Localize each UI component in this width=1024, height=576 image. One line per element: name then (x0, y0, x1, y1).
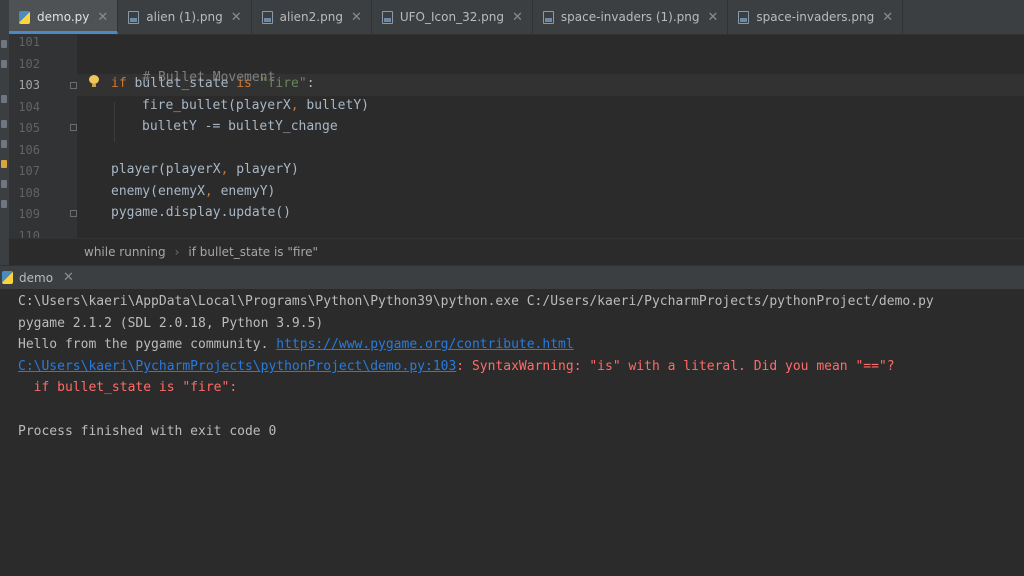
image-file-icon (261, 10, 273, 24)
call: fire_bullet(playerX (142, 98, 291, 113)
line-number: 104 (18, 100, 40, 114)
python-file-icon (19, 10, 30, 24)
tab-alien2-png[interactable]: alien2.png ✕ (252, 0, 372, 34)
call: enemy(enemyX (111, 184, 205, 199)
line-number-gutter[interactable]: 101 102 103 104 105 106 107 108 109 110 (9, 35, 77, 238)
tab-space-invaders-png[interactable]: space-invaders.png ✕ (728, 0, 904, 34)
statement: bulletY -= bulletY_change (142, 119, 338, 134)
string-literal: "fire" (251, 76, 307, 91)
comma: , (290, 98, 299, 113)
code-line-105: bulletY -= bulletY_change (142, 119, 338, 134)
call-args: bulletY) (298, 98, 369, 113)
console-line-warning: C:\Users\kaeri\PycharmProjects\pythonPro… (18, 359, 895, 374)
favorites-tool-icon[interactable] (1, 120, 7, 128)
tab-label: demo.py (37, 10, 90, 24)
line-number: 106 (18, 143, 40, 157)
code-line-104: fire_bullet(playerX, bulletY) (142, 98, 369, 113)
console-text: Hello from the pygame community. (18, 337, 277, 352)
close-tab-icon[interactable]: ✕ (351, 10, 362, 25)
warning-text: : SyntaxWarning: "is" with a literal. Di… (456, 359, 895, 374)
editor-tab-bar: demo.py ✕ alien (1).png ✕ alien2.png ✕ U… (9, 0, 1024, 35)
run-tool-window-header: demo ✕ (0, 265, 1024, 290)
lightbulb-icon[interactable] (89, 75, 99, 87)
statement: pygame.display.update() (111, 205, 292, 220)
structure-tool-icon[interactable] (1, 40, 7, 48)
project-tool-icon[interactable] (1, 60, 7, 68)
close-tab-icon[interactable]: ✕ (882, 10, 893, 25)
image-file-icon (542, 10, 554, 24)
call-args: playerY) (228, 162, 299, 177)
close-tab-icon[interactable]: ✕ (708, 10, 719, 25)
warning-tool-icon[interactable] (1, 160, 7, 168)
tab-label: UFO_Icon_32.png (399, 10, 505, 24)
line-number-current: 103 (18, 78, 40, 92)
breadcrumb: while running › if bullet_state is "fire… (9, 238, 1024, 265)
tab-demo-py[interactable]: demo.py ✕ (9, 0, 119, 34)
source-location-link[interactable]: C:\Users\kaeri\PycharmProjects\pythonPro… (18, 359, 456, 374)
run-console[interactable]: C:\Users\kaeri\AppData\Local\Programs\Py… (0, 289, 1024, 576)
tab-label: space-invaders.png (756, 10, 875, 24)
keyword-is: is (236, 76, 252, 91)
identifier: bullet_state (126, 76, 237, 91)
colon: : (306, 76, 315, 91)
indent-guide (114, 102, 115, 142)
run-tab-label[interactable]: demo (19, 271, 53, 285)
close-tab-icon[interactable]: ✕ (231, 10, 242, 25)
image-file-icon (738, 10, 750, 24)
pygame-contribute-link[interactable]: https://www.pygame.org/contribute.html (276, 337, 573, 352)
image-file-icon (128, 10, 140, 24)
call-args: enemyY) (212, 184, 276, 199)
fold-marker-icon[interactable] (70, 82, 77, 89)
tab-label: space-invaders (1).png (560, 10, 700, 24)
console-line-command: C:\Users\kaeri\AppData\Local\Programs\Py… (18, 294, 934, 309)
problems-tool-icon[interactable] (1, 200, 7, 208)
breadcrumb-item-if[interactable]: if bullet_state is "fire" (188, 245, 318, 259)
commit-tool-icon[interactable] (1, 140, 7, 148)
code-editor[interactable]: 101 102 103 104 105 106 107 108 109 110 … (9, 35, 1024, 238)
chevron-right-icon: › (174, 245, 180, 259)
line-number: 109 (18, 207, 40, 221)
close-tab-icon[interactable]: ✕ (512, 10, 523, 25)
bookmarks-tool-icon[interactable] (1, 95, 7, 103)
call: player(playerX (111, 162, 221, 177)
close-tab-icon[interactable]: ✕ (97, 10, 108, 25)
line-number: 108 (18, 186, 40, 200)
fold-marker-icon[interactable] (70, 210, 77, 217)
console-line-warning-source: if bullet_state is "fire": (18, 380, 238, 395)
code-line-109: pygame.display.update() (111, 205, 291, 220)
code-line-107: player(playerX, playerY) (111, 162, 299, 177)
console-line-exit: Process finished with exit code 0 (18, 424, 277, 439)
tab-ufo-icon-png[interactable]: UFO_Icon_32.png ✕ (372, 0, 533, 34)
tab-label: alien2.png (279, 10, 343, 24)
fold-marker-icon[interactable] (70, 124, 77, 131)
tab-alien-1-png[interactable]: alien (1).png ✕ (118, 0, 252, 34)
tab-label: alien (1).png (146, 10, 223, 24)
console-line-hello: Hello from the pygame community. https:/… (18, 337, 574, 352)
console-line-pygame-version: pygame 2.1.2 (SDL 2.0.18, Python 3.9.5) (18, 316, 324, 331)
image-file-icon (381, 10, 393, 24)
todo-tool-icon[interactable] (1, 180, 7, 188)
breadcrumb-item-while[interactable]: while running (9, 245, 166, 259)
line-number: 107 (18, 164, 40, 178)
line-number: 101 (18, 35, 40, 49)
line-number: 105 (18, 121, 40, 135)
python-run-icon (2, 271, 13, 284)
close-run-tab-icon[interactable]: ✕ (63, 270, 74, 285)
tab-space-invaders-1-png[interactable]: space-invaders (1).png ✕ (533, 0, 729, 34)
code-line-103: if bullet_state is "fire": (111, 76, 315, 91)
line-number: 110 (18, 229, 40, 238)
line-number: 102 (18, 57, 40, 71)
code-line-108: enemy(enemyX, enemyY) (111, 184, 275, 199)
keyword-if: if (111, 76, 127, 91)
comma: , (204, 184, 213, 199)
